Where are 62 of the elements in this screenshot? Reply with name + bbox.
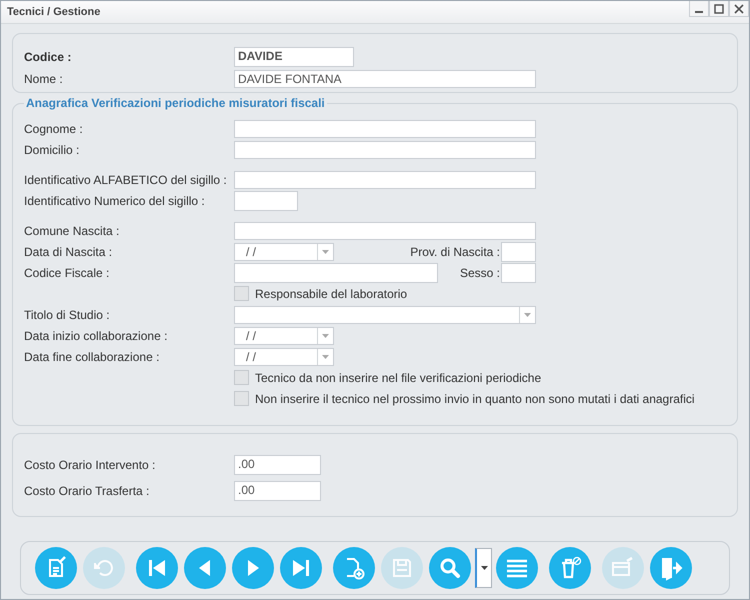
input-field[interactable]: [234, 170, 536, 188]
close-icon: [734, 4, 744, 14]
close-button[interactable]: [729, 1, 749, 17]
minimize-icon: [695, 10, 703, 12]
caret-icon: [322, 250, 329, 254]
first-button[interactable]: [136, 547, 178, 589]
caret-icon: [322, 334, 329, 338]
exit-button[interactable]: [650, 547, 692, 589]
search-button[interactable]: [429, 547, 471, 589]
input-field[interactable]: [501, 262, 536, 282]
date-field[interactable]: / /: [234, 242, 334, 260]
input-field[interactable]: DAVIDE FONTANA: [234, 70, 536, 88]
maximize-icon: [714, 4, 724, 14]
caret-icon: [480, 566, 488, 570]
checkbox[interactable]: [234, 391, 249, 406]
dropdown-field[interactable]: [234, 306, 536, 324]
field-label: Codice :: [24, 50, 72, 64]
maximize-button[interactable]: [709, 1, 729, 17]
list-button[interactable]: [496, 547, 538, 589]
field-label: Comune Nascita :: [24, 224, 120, 238]
field-label: Cognome :: [24, 122, 84, 136]
checkbox-label: Responsabile del laboratorio: [255, 286, 408, 300]
date-field[interactable]: / /: [234, 326, 334, 344]
input-field[interactable]: [501, 242, 536, 262]
field-label: Prov. di Nascita :: [410, 244, 500, 258]
window-title: Tecnici / Gestione: [6, 6, 100, 18]
next-button[interactable]: [232, 547, 274, 589]
field-label: Sesso :: [460, 266, 500, 280]
prev-button[interactable]: [184, 547, 226, 589]
input-field[interactable]: .00: [234, 481, 321, 501]
input-field[interactable]: .00: [234, 455, 321, 475]
delete-button[interactable]: [549, 547, 591, 589]
checkbox-label: Tecnico da non inserire nel file verificazioni periodiche: [255, 370, 542, 384]
dropdown-button[interactable]: [475, 548, 492, 588]
input-field[interactable]: [234, 222, 536, 240]
field-label: Identificativo Numerico del sigillo :: [24, 194, 206, 208]
edit-button[interactable]: [35, 547, 77, 589]
field-label: Data inizio collaborazione :: [24, 328, 168, 342]
field-label: Domicilio :: [24, 142, 80, 156]
field-label: Costo Orario Trasferta :: [24, 484, 150, 498]
field-label: Costo Orario Intervento :: [24, 458, 156, 472]
input-field[interactable]: [234, 140, 536, 158]
input-field[interactable]: [234, 262, 438, 282]
field-label: Identificativo ALFABETICO del sigillo :: [24, 172, 228, 186]
caret-icon: [322, 354, 329, 358]
input-field[interactable]: DAVIDE: [234, 47, 354, 67]
caret-icon: [524, 312, 531, 316]
input-field[interactable]: [234, 190, 298, 210]
new-button[interactable]: [333, 547, 375, 589]
checkbox[interactable]: [234, 370, 249, 385]
minimize-button[interactable]: [689, 1, 709, 17]
field-label: Titolo di Studio :: [24, 308, 111, 322]
checkbox[interactable]: [234, 286, 249, 301]
checkbox-label: Non inserire il tecnico nel prossimo invio in quanto non sono mutati i dati anagrafici: [255, 392, 695, 406]
field-label: Codice Fiscale :: [24, 266, 110, 280]
last-button[interactable]: [280, 547, 322, 589]
date-field[interactable]: / /: [234, 348, 334, 366]
field-label: Data fine collaborazione :: [24, 350, 160, 364]
field-label: Nome :: [24, 72, 64, 86]
input-field[interactable]: [234, 120, 536, 138]
field-label: Data di Nascita :: [24, 244, 114, 258]
group-title: Anagrafica Verificazioni periodiche misuratori fiscali: [24, 96, 327, 110]
